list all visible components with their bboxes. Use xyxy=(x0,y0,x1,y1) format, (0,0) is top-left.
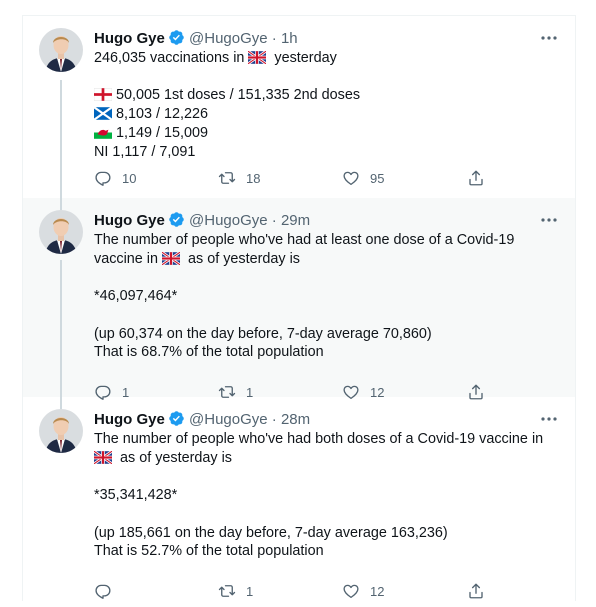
separator-dot: · xyxy=(271,212,277,229)
tweet-text: The number of people who've had at least… xyxy=(94,232,515,361)
display-name[interactable]: Hugo Gye xyxy=(94,212,165,229)
timestamp[interactable]: 29m xyxy=(281,212,310,229)
more-icon[interactable] xyxy=(541,218,557,222)
retweet-icon xyxy=(218,582,236,600)
reply-icon xyxy=(94,169,112,187)
scotland-flag-icon xyxy=(94,107,112,120)
reply-icon xyxy=(94,582,112,600)
timestamp[interactable]: 1h xyxy=(281,30,298,47)
tweet-actions: 1 12 xyxy=(94,582,514,602)
share-icon xyxy=(467,582,485,600)
thread-connector xyxy=(60,198,62,210)
uk-flag-icon xyxy=(162,252,180,265)
handle[interactable]: @HugoGye xyxy=(189,30,268,47)
tweet-text: 246,035 vaccinations in yesterday 50,005… xyxy=(94,50,361,160)
more-icon[interactable] xyxy=(541,36,557,40)
verified-badge-icon xyxy=(168,29,185,46)
like-count: 95 xyxy=(370,170,385,186)
thread-connector xyxy=(60,260,62,397)
tweet[interactable]: Hugo Gye @HugoGye · 29m The number of pe… xyxy=(23,198,575,397)
reply-count: 10 xyxy=(122,170,137,186)
separator-dot: · xyxy=(271,411,277,428)
timeline: Hugo Gye @HugoGye · 1h 246,035 vaccinati… xyxy=(22,15,576,601)
tweet-header: Hugo Gye @HugoGye · 1h xyxy=(94,29,298,47)
avatar[interactable] xyxy=(39,409,83,453)
display-name[interactable]: Hugo Gye xyxy=(94,411,165,428)
uk-flag-icon xyxy=(94,451,112,464)
tweet-header: Hugo Gye @HugoGye · 29m xyxy=(94,211,310,229)
display-name[interactable]: Hugo Gye xyxy=(94,30,165,47)
retweet-count: 18 xyxy=(246,170,261,186)
handle[interactable]: @HugoGye xyxy=(189,212,268,229)
share-button[interactable] xyxy=(467,582,485,600)
verified-badge-icon xyxy=(168,211,185,228)
thread-connector xyxy=(60,80,62,198)
share-icon xyxy=(467,169,485,187)
tweet[interactable]: Hugo Gye @HugoGye · 1h 246,035 vaccinati… xyxy=(23,16,575,198)
england-flag-icon xyxy=(94,88,112,101)
more-icon[interactable] xyxy=(541,417,557,421)
timestamp[interactable]: 28m xyxy=(281,411,310,428)
tweet-actions: 10 18 95 xyxy=(94,169,514,189)
thread-connector xyxy=(60,397,62,409)
verified-badge-icon xyxy=(168,410,185,427)
separator-dot: · xyxy=(271,30,277,47)
retweet-icon xyxy=(218,169,236,187)
wales-flag-icon xyxy=(94,126,112,139)
uk-flag-icon xyxy=(248,51,266,64)
reply-button[interactable]: 10 xyxy=(94,169,136,187)
like-button[interactable]: 12 xyxy=(342,582,384,600)
handle[interactable]: @HugoGye xyxy=(189,411,268,428)
like-count: 12 xyxy=(370,583,385,599)
tweet[interactable]: Hugo Gye @HugoGye · 28m The number of pe… xyxy=(23,397,575,607)
like-icon xyxy=(342,169,360,187)
retweet-button[interactable]: 18 xyxy=(218,169,260,187)
reply-button[interactable] xyxy=(94,582,122,600)
tweet-header: Hugo Gye @HugoGye · 28m xyxy=(94,410,310,428)
retweet-count: 1 xyxy=(246,583,254,599)
like-button[interactable]: 95 xyxy=(342,169,384,187)
share-button[interactable] xyxy=(467,169,485,187)
retweet-button[interactable]: 1 xyxy=(218,582,253,600)
avatar[interactable] xyxy=(39,28,83,72)
avatar[interactable] xyxy=(39,210,83,254)
like-icon xyxy=(342,582,360,600)
tweet-text: The number of people who've had both dos… xyxy=(94,431,544,560)
